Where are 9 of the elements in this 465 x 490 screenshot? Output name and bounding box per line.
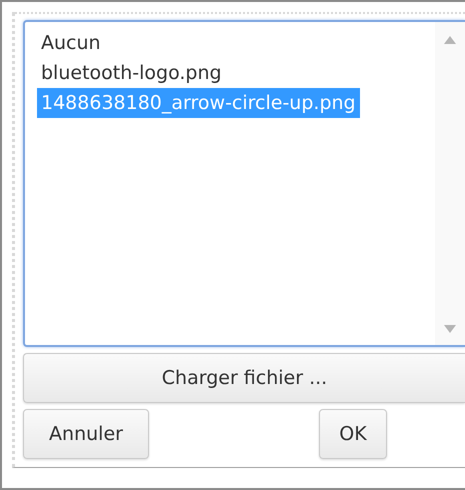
- load-file-button[interactable]: Charger fichier ...: [23, 353, 465, 403]
- file-list[interactable]: Aucun bluetooth-logo.png 1488638180_arrow-circle-up.png: [23, 20, 465, 347]
- file-list-item[interactable]: Aucun: [37, 28, 105, 58]
- ok-button[interactable]: OK: [319, 409, 387, 459]
- scroll-down-icon[interactable]: [444, 325, 456, 333]
- file-list-item[interactable]: bluetooth-logo.png: [37, 58, 226, 88]
- cancel-button[interactable]: Annuler: [23, 409, 149, 459]
- scroll-up-icon[interactable]: [444, 36, 456, 44]
- scrollbar[interactable]: [435, 22, 465, 345]
